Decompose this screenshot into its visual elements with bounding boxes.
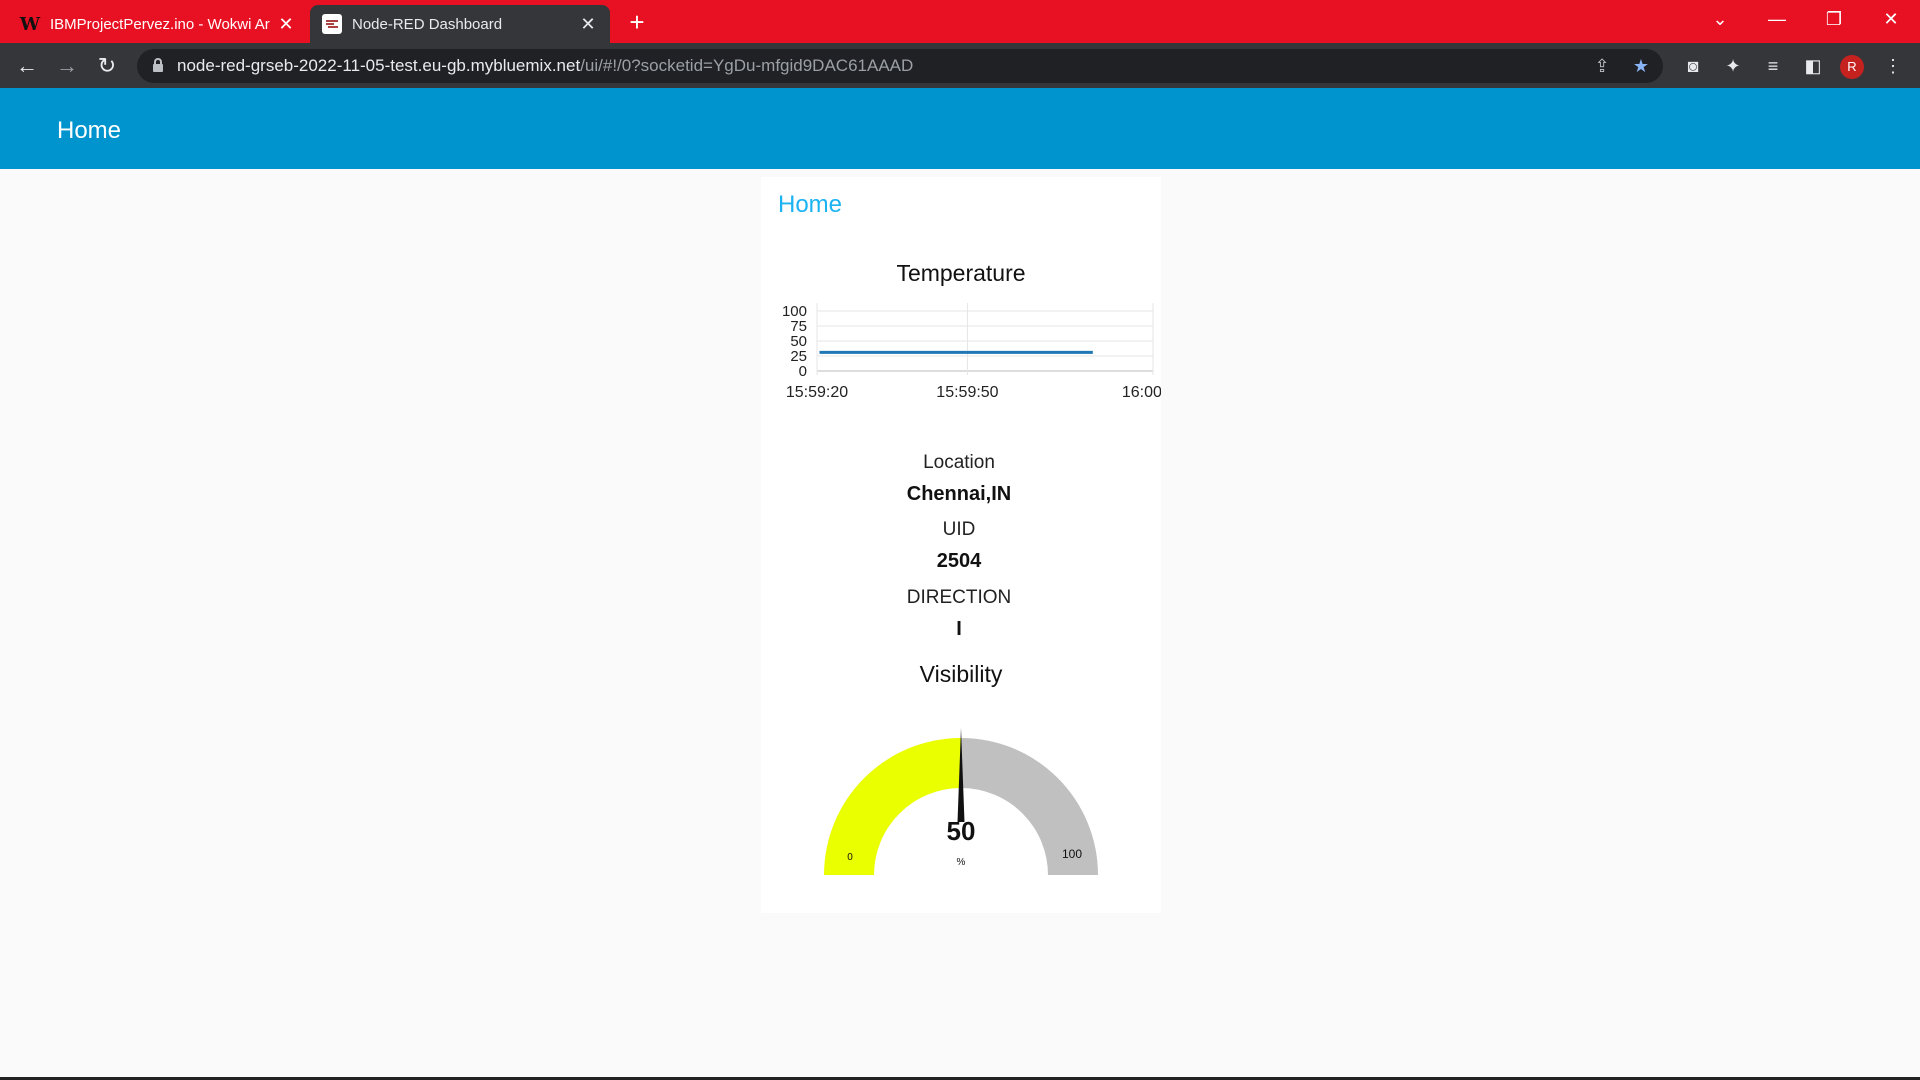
new-tab-button[interactable]: +	[622, 7, 652, 37]
minimize-icon[interactable]: —	[1752, 0, 1802, 40]
gauge-min-label: 0	[847, 852, 853, 863]
reload-icon[interactable]: ↻	[90, 49, 124, 83]
x-tick-label: 15:59:50	[936, 384, 998, 401]
bookmark-star-icon[interactable]: ★	[1624, 49, 1658, 83]
browser-toolbar: ← → ↻ node-red-grseb-2022-11-05-test.eu-…	[0, 43, 1920, 88]
tab-title: IBMProjectPervez.ino - Wokwi Ar	[50, 15, 270, 33]
location-value: Chennai,IN	[906, 483, 1012, 505]
x-tick-label: 15:59:20	[786, 384, 848, 401]
tab-wokwi[interactable]: W IBMProjectPervez.ino - Wokwi Ar ✕	[8, 5, 308, 43]
restore-icon[interactable]: ❐	[1809, 0, 1859, 40]
page-title: Home	[57, 117, 122, 144]
gauge-max-label: 100	[1062, 847, 1082, 861]
lock-icon[interactable]	[153, 58, 163, 72]
group-card-home: Home Temperature 100 75 50 25 0 15:59:20 15:5…	[761, 177, 1161, 913]
tab-search-icon[interactable]: ⌄	[1695, 0, 1745, 40]
close-tab-icon[interactable]: ✕	[578, 14, 598, 35]
tab-title: Node-RED Dashboard	[352, 15, 503, 33]
close-window-icon[interactable]: ✕	[1866, 0, 1916, 40]
address-bar[interactable]: node-red-grseb-2022-11-05-test.eu-gb.myb…	[137, 49, 1663, 83]
forward-icon[interactable]: →	[50, 49, 84, 83]
tab-node-red-dashboard[interactable]: Node-RED Dashboard ✕	[310, 5, 610, 43]
location-label: Location	[923, 452, 995, 473]
profile-avatar[interactable]: R	[1840, 55, 1864, 79]
x-tick-label: 16:00:27	[1122, 384, 1161, 401]
chart-grid	[816, 303, 1154, 375]
temperature-chart: 1007550250 15:59:20 15:59:50 16:00:27	[782, 303, 1161, 401]
direction-label: DIRECTION	[906, 587, 1012, 608]
x-axis: 15:59:20 15:59:50 16:00:27	[786, 384, 1161, 401]
wokwi-favicon-icon: W	[19, 13, 41, 35]
menu-kebab-icon[interactable]: ⋮	[1876, 49, 1910, 83]
side-panel-icon[interactable]: ◧	[1796, 49, 1830, 83]
close-tab-icon[interactable]: ✕	[276, 14, 296, 35]
y-tick-label: 0	[799, 363, 807, 380]
visibility-gauge: 50 % 0 100	[824, 728, 1098, 875]
y-axis: 1007550250	[782, 303, 807, 380]
temperature-chart-title: Temperature	[896, 260, 1026, 286]
uid-value: 2504	[936, 550, 982, 572]
share-icon[interactable]: ⇪	[1585, 49, 1619, 83]
group-title: Home	[778, 191, 843, 218]
node-red-favicon-icon	[322, 14, 342, 34]
url-text[interactable]: node-red-grseb-2022-11-05-test.eu-gb.myb…	[177, 49, 913, 83]
gauge-fill	[824, 738, 961, 875]
visibility-gauge-title: Visibility	[919, 661, 1003, 687]
direction-value: I	[956, 618, 962, 640]
camera-icon[interactable]: ◙	[1676, 49, 1710, 83]
uid-label: UID	[942, 519, 976, 540]
dashboard-header: Home	[0, 88, 1920, 169]
browser-tab-strip: W IBMProjectPervez.ino - Wokwi Ar ✕ Node…	[0, 0, 1920, 43]
gauge-value: 50	[947, 816, 976, 846]
gauge-units: %	[957, 857, 966, 868]
back-icon[interactable]: ←	[10, 49, 44, 83]
reading-list-icon[interactable]: ≡	[1756, 49, 1790, 83]
extensions-icon[interactable]: ✦	[1716, 49, 1750, 83]
